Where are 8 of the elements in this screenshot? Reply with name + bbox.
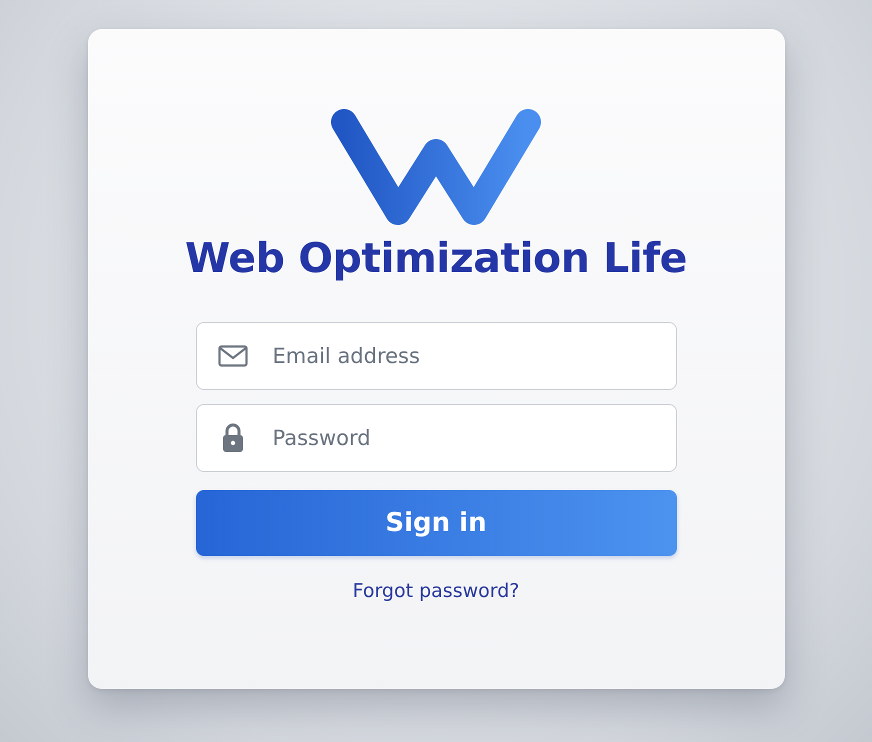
forgot-password-link[interactable]: Forgot password? [352, 580, 520, 602]
sign-in-button[interactable]: Sign in [196, 490, 676, 556]
mail-icon [218, 345, 248, 367]
email-field[interactable]: Email address [196, 322, 676, 390]
password-field[interactable]: Password [196, 404, 676, 472]
lock-icon [222, 423, 244, 453]
brand-name: Web Optimization Life [185, 234, 687, 282]
logo-icon [328, 108, 544, 228]
